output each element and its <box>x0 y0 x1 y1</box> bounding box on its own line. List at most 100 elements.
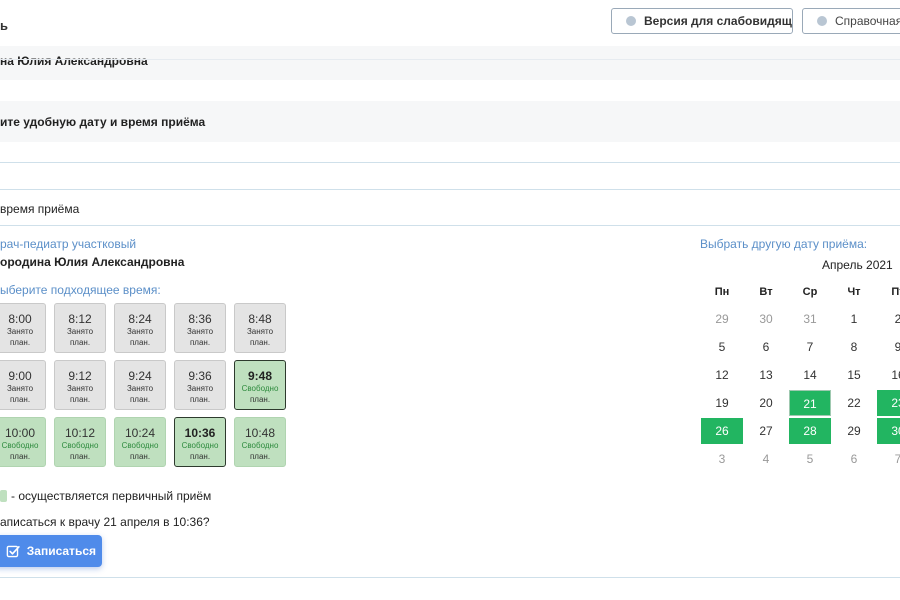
submit-label: Записаться <box>26 544 96 558</box>
calendar-day[interactable]: 21 <box>789 390 831 416</box>
info-icon <box>817 16 827 26</box>
calendar-day[interactable]: 13 <box>745 362 787 388</box>
time-slot-time: 10:12 <box>64 426 96 440</box>
calendar-day[interactable]: 7 <box>789 334 831 360</box>
calendar-day[interactable]: 16 <box>877 362 900 388</box>
calendar-day[interactable]: 27 <box>745 418 787 444</box>
time-slot[interactable]: 9:00 Занято план. <box>0 360 46 410</box>
time-slot-plan: план. <box>9 452 31 461</box>
divider-1 <box>0 162 900 163</box>
calendar-weekday: Пн <box>714 286 730 298</box>
divider-2 <box>0 189 900 190</box>
time-slot[interactable]: 10:36 Свободно план. <box>174 417 226 467</box>
calendar-day[interactable]: 28 <box>789 418 831 444</box>
calendar-day[interactable]: 26 <box>701 418 743 444</box>
time-slot-plan: план. <box>69 452 91 461</box>
page-title-fragment: ь <box>0 18 8 33</box>
calendar-day[interactable]: 29 <box>833 418 875 444</box>
time-slot[interactable]: 9:24 Занято план. <box>114 360 166 410</box>
time-slot[interactable]: 10:12 Свободно план. <box>54 417 106 467</box>
time-slot[interactable]: 8:24 Занято план. <box>114 303 166 353</box>
confirm-question: аписаться к врачу 21 апреля в 10:36? <box>0 515 210 529</box>
time-slot-status: Занято <box>186 327 214 336</box>
time-slot-time: 10:36 <box>184 426 216 440</box>
calendar-day[interactable]: 5 <box>701 334 743 360</box>
calendar-day[interactable]: 6 <box>745 334 787 360</box>
time-slot-plan: план. <box>249 338 271 347</box>
calendar-day[interactable]: 20 <box>745 390 787 416</box>
time-slot-time: 10:24 <box>124 426 156 440</box>
calendar-day: 6 <box>850 452 858 466</box>
calendar-weekday: Пт <box>891 286 900 298</box>
time-slot-status: Свободно <box>241 384 279 393</box>
calendar-day[interactable]: 22 <box>833 390 875 416</box>
eye-icon <box>626 16 636 26</box>
calendar-day[interactable]: 12 <box>701 362 743 388</box>
calendar-day: 7 <box>894 452 900 466</box>
calendar-month: Апрель 2021 <box>822 258 893 272</box>
low-vision-version-button[interactable]: Версия для слабовидящих <box>611 8 793 34</box>
calendar-day[interactable]: 23 <box>877 390 900 416</box>
time-slot-plan: план. <box>9 395 31 404</box>
calendar-day: 29 <box>715 312 729 326</box>
time-slot-plan: план. <box>69 338 91 347</box>
instruction-band: ите удобную дату и время приёма <box>0 101 900 142</box>
time-slot-plan: план. <box>189 338 211 347</box>
time-slot-time: 10:00 <box>4 426 36 440</box>
time-slot[interactable]: 9:48 Свободно план. <box>234 360 286 410</box>
time-slot-plan: план. <box>129 395 151 404</box>
time-slot-time: 8:24 <box>128 312 152 326</box>
calendar-hint: Выбрать другую дату приёма: <box>700 237 868 251</box>
time-slot-status: Занято <box>66 327 94 336</box>
reference-button[interactable]: Справочная и <box>802 8 900 34</box>
calendar-day[interactable]: 14 <box>789 362 831 388</box>
time-slot-status: Свободно <box>181 441 219 450</box>
instruction-text: ите удобную дату и время приёма <box>0 115 206 129</box>
calendar-day[interactable]: 19 <box>701 390 743 416</box>
calendar-day: 5 <box>806 452 814 466</box>
checkbox-icon <box>6 545 20 558</box>
time-slot-time: 8:00 <box>8 312 32 326</box>
time-slot[interactable]: 8:00 Занято план. <box>0 303 46 353</box>
doctor-name: ородина Юлия Александровна <box>0 255 185 269</box>
time-slot-time: 9:00 <box>8 369 32 383</box>
low-vision-version-label: Версия для слабовидящих <box>644 14 793 28</box>
time-slot[interactable]: 8:36 Занято план. <box>174 303 226 353</box>
time-slot[interactable]: 9:12 Занято план. <box>54 360 106 410</box>
time-slot[interactable]: 8:48 Занято план. <box>234 303 286 353</box>
time-slot[interactable]: 10:24 Свободно план. <box>114 417 166 467</box>
divider-3 <box>0 225 900 226</box>
time-slot[interactable]: 9:36 Занято план. <box>174 360 226 410</box>
calendar-weekday: Ср <box>802 286 818 298</box>
submit-appointment-button[interactable]: Записаться <box>0 535 102 567</box>
time-slot[interactable]: 8:12 Занято план. <box>54 303 106 353</box>
calendar-day[interactable]: 15 <box>833 362 875 388</box>
time-slot-time: 9:24 <box>128 369 152 383</box>
time-slot-plan: план. <box>129 452 151 461</box>
time-slot-status: Занято <box>246 327 274 336</box>
time-slot-status: Занято <box>66 384 94 393</box>
doctor-band: на Юлия Александровна <box>0 46 900 80</box>
time-slot[interactable]: 10:48 Свободно план. <box>234 417 286 467</box>
calendar-day[interactable]: 8 <box>833 334 875 360</box>
calendar-day[interactable]: 2 <box>877 306 900 332</box>
choose-time-label: ыберите подходящее время: <box>0 283 161 297</box>
section-title: время приёма <box>0 202 80 216</box>
time-slot[interactable]: 10:00 Свободно план. <box>0 417 46 467</box>
doctor-specialty: рач-педиатр участковый <box>0 237 137 251</box>
time-slot-status: Свободно <box>61 441 99 450</box>
calendar-weekday: Чт <box>847 286 861 298</box>
calendar-day: 4 <box>762 452 770 466</box>
calendar-day[interactable]: 1 <box>833 306 875 332</box>
doctor-band-text: на Юлия Александровна <box>0 54 148 68</box>
time-slot-status: Занято <box>6 327 34 336</box>
time-slot-status: Занято <box>126 384 154 393</box>
time-slot-status: Занято <box>6 384 34 393</box>
calendar-day[interactable]: 9 <box>877 334 900 360</box>
legend-swatch <box>0 490 7 502</box>
calendar-day[interactable]: 30 <box>877 418 900 444</box>
legend-text: - осуществляется первичный приём <box>11 489 212 503</box>
time-slot-status: Свободно <box>1 441 39 450</box>
time-slot-time: 9:36 <box>188 369 212 383</box>
time-slot-plan: план. <box>189 395 211 404</box>
